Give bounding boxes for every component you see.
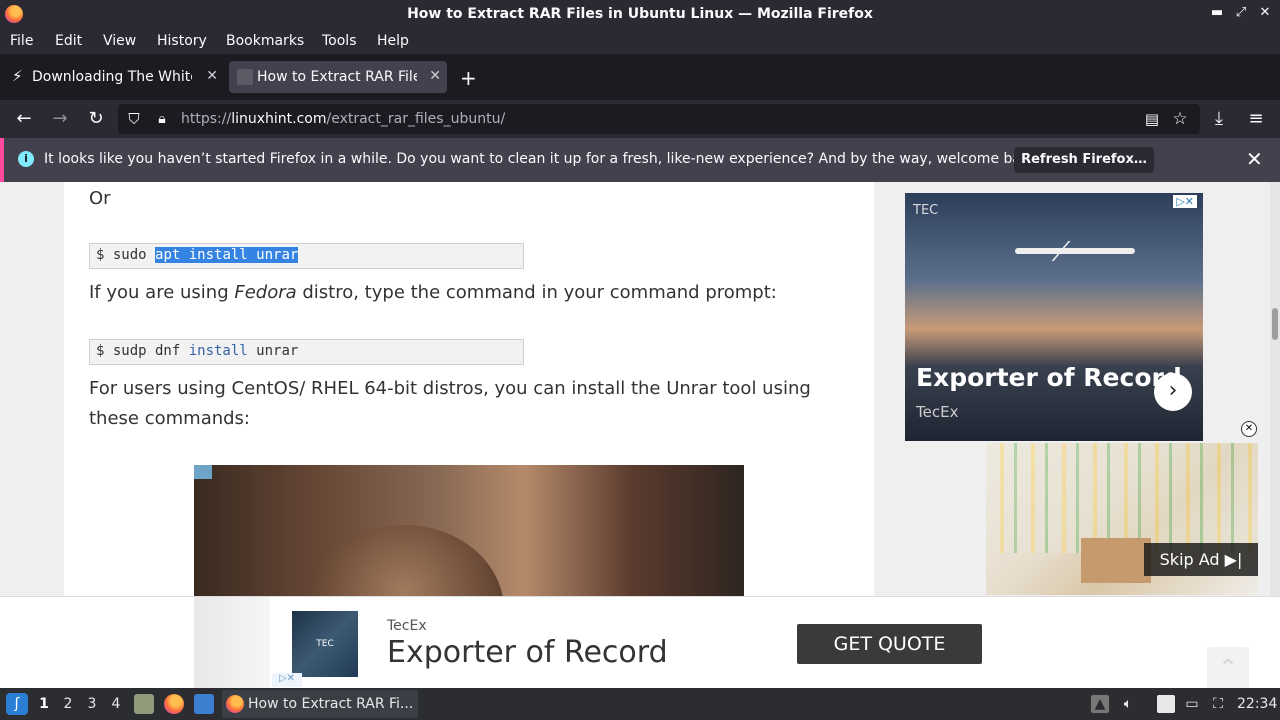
menu-file[interactable]: File bbox=[10, 33, 33, 49]
taskbar-firefox-window[interactable]: How to Extract RAR Fi... bbox=[222, 690, 418, 718]
forward-arrow-icon[interactable]: → bbox=[49, 108, 71, 130]
navigation-toolbar: ← → ↻ ⛉ 🔒︎ https://linuxhint.com/extract… bbox=[0, 100, 1280, 138]
ad-headline: Exporter of Record bbox=[916, 363, 1182, 392]
bottom-banner-ad[interactable]: TEC TecEx Exporter of Record GET QUOTE ▷… bbox=[0, 596, 1280, 689]
chevron-right-icon[interactable]: › bbox=[1154, 373, 1192, 411]
start-menu-icon[interactable]: ʃ bbox=[6, 693, 28, 715]
maximize-icon[interactable]: ⤢ bbox=[1234, 5, 1248, 20]
url-bar[interactable]: ⛉ 🔒︎ https://linuxhint.com/extract_rar_f… bbox=[118, 104, 1200, 134]
skip-ad-button[interactable]: Skip Ad ▶| bbox=[1144, 543, 1258, 576]
workspace-3[interactable]: 3 bbox=[84, 696, 100, 712]
bookmark-star-icon[interactable]: ☆ bbox=[1169, 108, 1191, 130]
close-icon[interactable]: ✕ bbox=[1258, 5, 1272, 20]
tab-label: How to Extract RAR Files bbox=[257, 69, 417, 85]
menu-bar: File Edit View History Bookmarks Tools H… bbox=[0, 29, 1280, 54]
adchoices-icon[interactable]: ▷✕ bbox=[272, 673, 302, 687]
menu-bookmarks[interactable]: Bookmarks bbox=[226, 33, 304, 49]
reader-view-icon[interactable]: ▤ bbox=[1141, 108, 1163, 130]
display-icon[interactable]: ▭ bbox=[1183, 695, 1201, 713]
tab-bar: ⚡ Downloading The White ✕ How to Extract… bbox=[0, 54, 1280, 100]
refresh-firefox-button[interactable]: Refresh Firefox… bbox=[1014, 147, 1154, 173]
url-text[interactable]: https://linuxhint.com/extract_rar_files_… bbox=[181, 111, 505, 127]
sidebar-ad[interactable]: TEC ▷✕ Exporter of Record TecEx › bbox=[905, 193, 1203, 441]
downloads-icon[interactable]: ⤓ bbox=[1208, 108, 1230, 130]
or-text: Or bbox=[89, 188, 111, 209]
bottom-ad-title: Exporter of Record bbox=[387, 635, 668, 670]
desktop-icon[interactable] bbox=[194, 694, 214, 714]
image-badge-icon bbox=[194, 465, 212, 479]
workspace-4[interactable]: 4 bbox=[108, 696, 124, 712]
package-box bbox=[1081, 538, 1151, 583]
hamburger-menu-icon[interactable]: ≡ bbox=[1245, 108, 1267, 130]
scroll-to-top-icon[interactable]: ⌃ bbox=[1207, 647, 1249, 689]
lock-icon[interactable]: 🔒︎ bbox=[151, 108, 173, 130]
ad-close-icon[interactable]: ✕ bbox=[1241, 421, 1257, 437]
get-quote-button[interactable]: GET QUOTE bbox=[797, 624, 982, 664]
minimize-icon[interactable]: ▬ bbox=[1210, 5, 1224, 20]
network-icon[interactable]: ⛶ bbox=[1209, 695, 1227, 713]
clipboard-icon[interactable] bbox=[1157, 695, 1175, 713]
ad-brand: TEC bbox=[913, 203, 939, 218]
tab-label: Downloading The White bbox=[32, 69, 192, 85]
tab-close-icon[interactable]: ✕ bbox=[429, 68, 441, 84]
volume-icon[interactable]: 🔈︎ bbox=[1119, 695, 1137, 713]
selected-text: apt install unrar bbox=[155, 247, 299, 263]
notification-bar: i It looks like you haven’t started Fire… bbox=[0, 138, 1280, 182]
notification-accent bbox=[0, 138, 4, 182]
centos-paragraph: For users using CentOS/ RHEL 64-bit dist… bbox=[89, 378, 811, 429]
back-arrow-icon[interactable]: ← bbox=[13, 108, 35, 130]
window-titlebar: How to Extract RAR Files in Ubuntu Linux… bbox=[0, 0, 1280, 29]
clock: 22:34 bbox=[1237, 696, 1278, 712]
site-favicon-icon bbox=[237, 69, 253, 85]
file-manager-icon[interactable] bbox=[134, 694, 154, 714]
menu-tools[interactable]: Tools bbox=[322, 33, 357, 49]
menu-help[interactable]: Help bbox=[377, 33, 409, 49]
video-ad[interactable]: Skip Ad ▶| bbox=[986, 443, 1258, 595]
code-block-apt[interactable]: $ sudo apt install unrar bbox=[89, 243, 524, 269]
taskbar-window-label: How to Extract RAR Fi... bbox=[248, 696, 414, 712]
notification-close-icon[interactable]: ✕ bbox=[1246, 147, 1263, 171]
ad-subtitle: TecEx bbox=[916, 403, 959, 421]
system-taskbar: ʃ 1 2 3 4 How to Extract RAR Fi... ▲ 🔈︎ … bbox=[0, 688, 1280, 720]
tray-app-icon[interactable]: ▲ bbox=[1091, 695, 1109, 713]
adchoices-icon[interactable]: ▷✕ bbox=[1173, 195, 1197, 208]
fedora-paragraph: If you are using Fedora distro, type the… bbox=[89, 282, 777, 303]
bottom-ad-brand: TecEx bbox=[387, 618, 427, 634]
firefox-launcher-icon[interactable] bbox=[164, 694, 184, 714]
menu-view[interactable]: View bbox=[103, 33, 136, 49]
workspace-1[interactable]: 1 bbox=[36, 696, 52, 712]
reload-icon[interactable]: ↻ bbox=[85, 108, 107, 130]
ad-thumbnail: TEC bbox=[292, 611, 358, 677]
menu-history[interactable]: History bbox=[157, 33, 207, 49]
menu-edit[interactable]: Edit bbox=[55, 33, 82, 49]
shield-icon[interactable]: ⛉ bbox=[123, 108, 145, 130]
info-icon: i bbox=[18, 151, 34, 167]
tab-downloading[interactable]: ⚡ Downloading The White ✕ bbox=[4, 61, 224, 93]
code-block-dnf[interactable]: $ sudp dnf install unrar bbox=[89, 339, 524, 365]
tab-extract-rar[interactable]: How to Extract RAR Files ✕ bbox=[229, 61, 447, 93]
lightning-icon: ⚡ bbox=[12, 67, 23, 85]
notification-message: It looks like you haven’t started Firefo… bbox=[44, 151, 1043, 167]
workspace-2[interactable]: 2 bbox=[60, 696, 76, 712]
scrollbar-thumb[interactable] bbox=[1272, 308, 1278, 340]
firefox-icon bbox=[226, 695, 244, 713]
tab-close-icon[interactable]: ✕ bbox=[206, 68, 218, 84]
window-title: How to Extract RAR Files in Ubuntu Linux… bbox=[407, 6, 873, 22]
new-tab-plus-icon[interactable]: + bbox=[460, 66, 477, 90]
